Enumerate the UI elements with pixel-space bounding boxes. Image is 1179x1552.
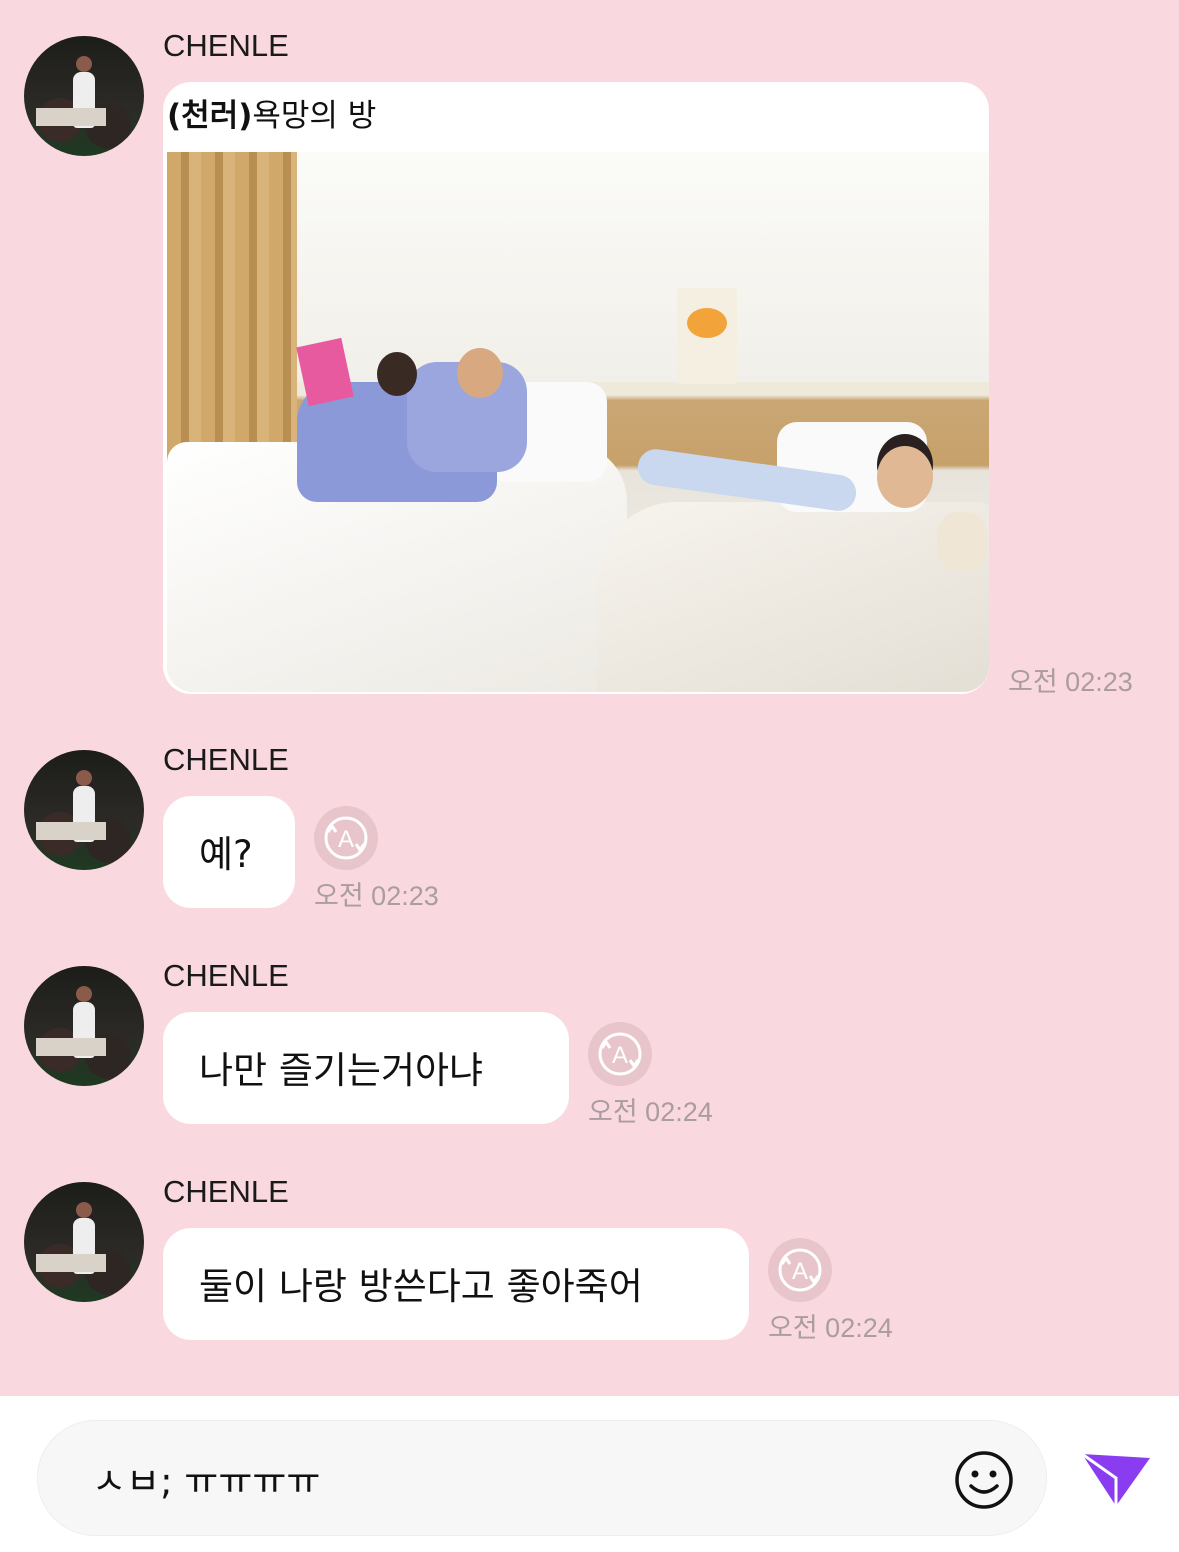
svg-text:A: A [612,1042,628,1069]
caption-text: 욕망의 방 [252,98,377,134]
message-input-value: ㅅㅂ; ㅠㅠㅠㅠ [92,1460,321,1503]
sender-name: CHENLE [163,1174,289,1209]
emoji-button[interactable] [952,1448,1016,1512]
svg-text:A: A [338,826,354,853]
message-bubble[interactable]: 예? [163,796,295,908]
message-text-content: 예? [199,832,253,876]
translate-icon: A [778,1248,822,1292]
message-text: CHENLE 나만 즐기는거아냐 A 오전 02:24 [0,946,1179,1136]
caption-bold: (천러) [167,98,253,134]
message-bubble[interactable]: 나만 즐기는거아냐 [163,1012,569,1124]
translate-button[interactable]: A [314,806,378,870]
avatar[interactable] [24,966,144,1086]
message-input-bar: ㅅㅂ; ㅠㅠㅠㅠ [0,1396,1179,1552]
timestamp: 오전 02:24 [588,1097,713,1127]
translate-icon: A [598,1032,642,1076]
message-image: CHENLE (천러)욕망의 방 오전 02:23 [0,0,1179,700]
image-card[interactable]: (천러)욕망의 방 [163,82,989,694]
message-text-content: 나만 즐기는거아냐 [199,1048,484,1092]
send-button[interactable] [1076,1448,1156,1512]
avatar[interactable] [24,36,144,156]
translate-button[interactable]: A [768,1238,832,1302]
avatar[interactable] [24,750,144,870]
message-input[interactable]: ㅅㅂ; ㅠㅠㅠㅠ [37,1420,1047,1536]
sender-name: CHENLE [163,28,289,63]
chat-photo[interactable] [167,152,989,692]
message-text: CHENLE 둘이 나랑 방쓴다고 좋아죽어 A 오전 02:24 [0,1162,1179,1352]
timestamp: 오전 02:23 [314,881,439,911]
paper-plane-icon [1081,1452,1150,1506]
svg-text:A: A [792,1258,808,1285]
message-bubble[interactable]: 둘이 나랑 방쓴다고 좋아죽어 [163,1228,749,1340]
timestamp: 오전 02:23 [1008,667,1133,697]
image-caption: (천러)욕망의 방 [167,90,376,135]
smiley-icon [955,1451,1013,1509]
message-text: CHENLE 예? A 오전 02:23 [0,730,1179,920]
avatar[interactable] [24,1182,144,1302]
sender-name: CHENLE [163,958,289,993]
translate-button[interactable]: A [588,1022,652,1086]
message-text-content: 둘이 나랑 방쓴다고 좋아죽어 [199,1264,643,1308]
sender-name: CHENLE [163,742,289,777]
translate-icon: A [324,816,368,860]
timestamp: 오전 02:24 [768,1313,893,1343]
